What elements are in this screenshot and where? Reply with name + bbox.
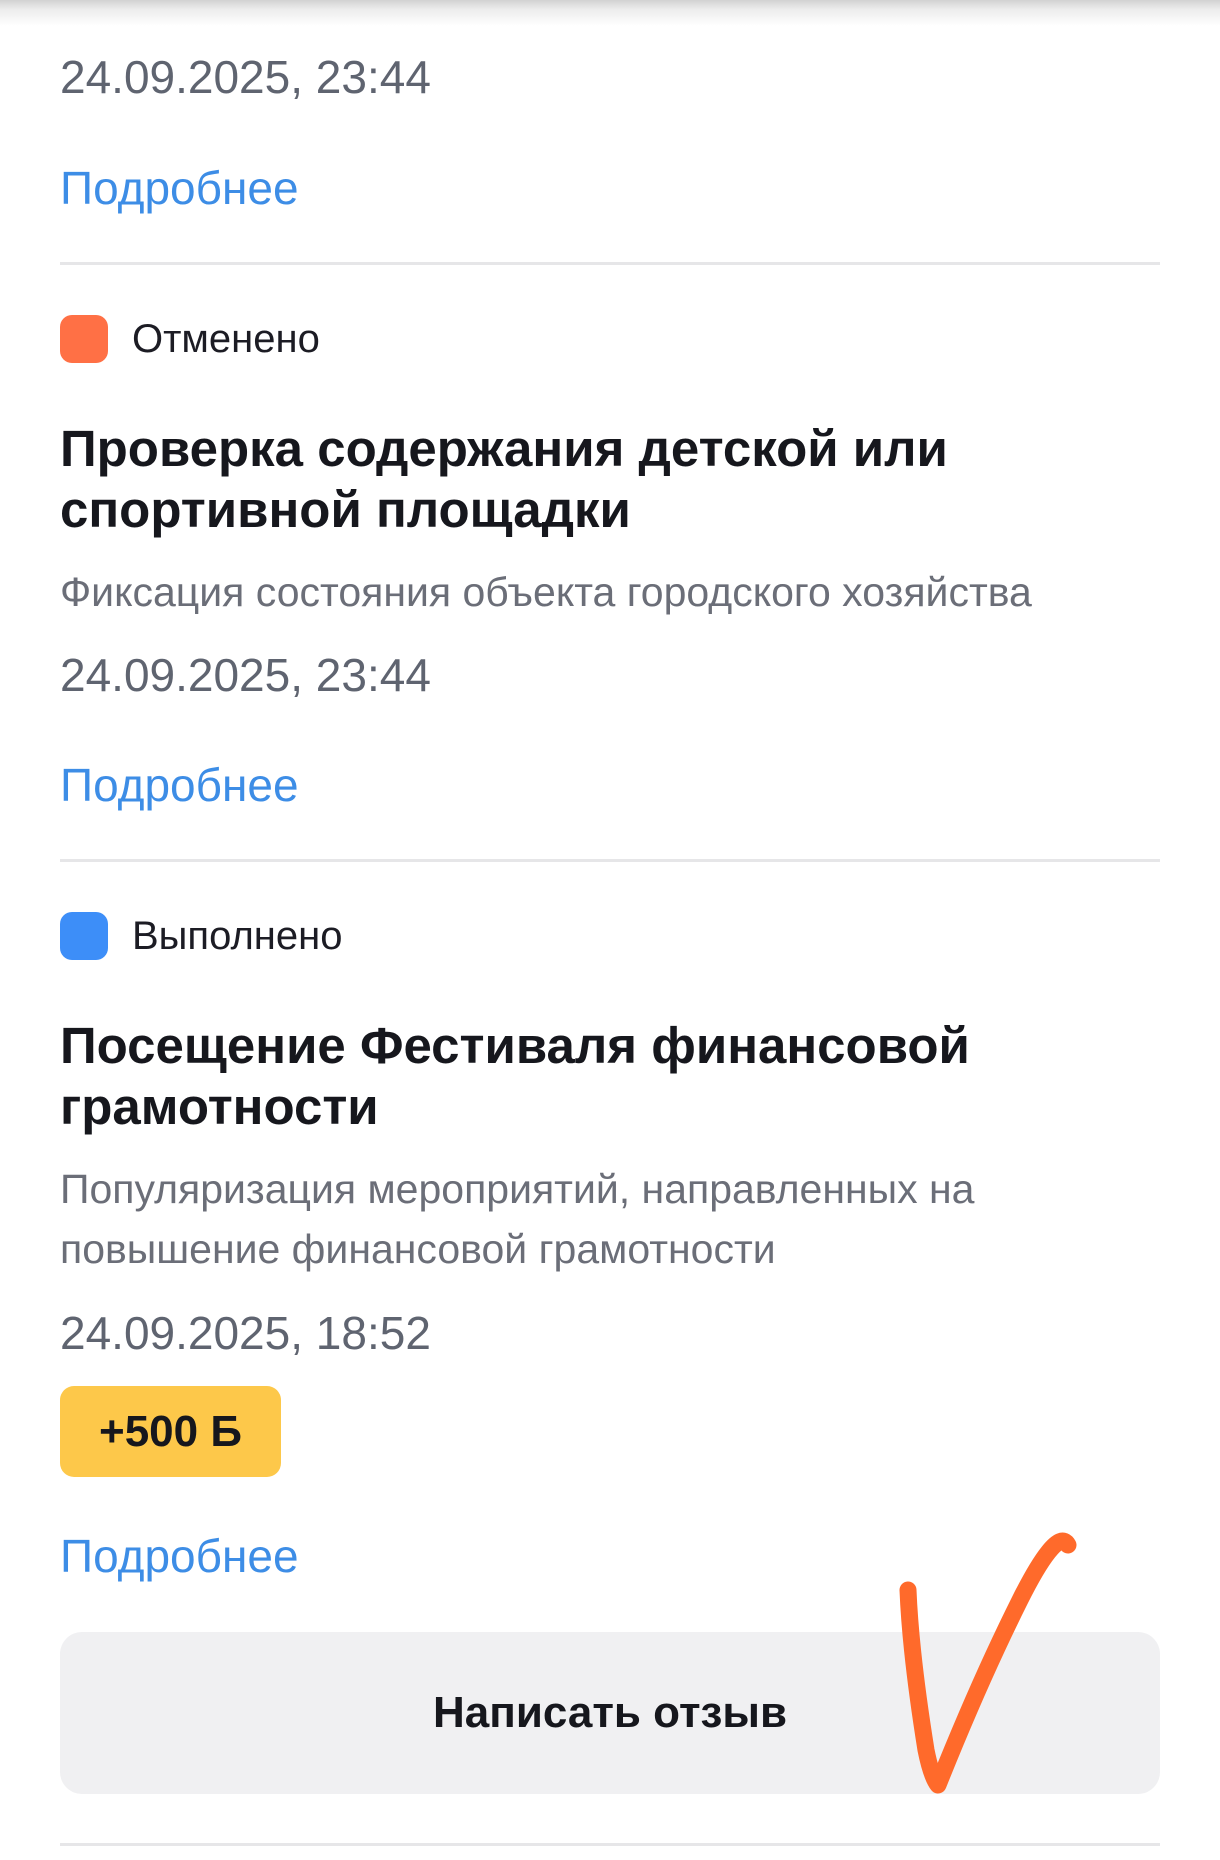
top-bar-shadow	[0, 0, 1220, 26]
points-badge: +500 Б	[60, 1386, 281, 1477]
details-link[interactable]: Подробнее	[60, 757, 299, 813]
item-title: Посещение Фестиваля финансовой грамотнос…	[60, 1017, 970, 1135]
status-label: Выполнено	[132, 914, 343, 958]
status-cancelled-indicator	[60, 315, 108, 363]
divider	[60, 1843, 1160, 1846]
item-date: 24.09.2025, 18:52	[60, 1307, 431, 1359]
item-date: 24.09.2025, 23:44	[60, 51, 431, 103]
status-label: Отменено	[132, 317, 320, 361]
write-review-button[interactable]: Написать отзыв	[60, 1632, 1160, 1794]
divider	[60, 262, 1160, 265]
divider	[60, 859, 1160, 862]
item-description: Популяризация мероприятий, направленных …	[60, 1166, 975, 1272]
item-date: 24.09.2025, 23:44	[60, 649, 431, 701]
status-completed-indicator	[60, 912, 108, 960]
item-description: Фиксация состояния объекта городского хо…	[60, 569, 1032, 615]
details-link[interactable]: Подробнее	[60, 1528, 299, 1584]
order-history-screen: 24.09.2025, 23:44 Подробнее Отменено Про…	[0, 0, 1220, 1860]
item-title: Проверка содержания детской или спортивн…	[60, 420, 948, 538]
details-link[interactable]: Подробнее	[60, 160, 299, 216]
